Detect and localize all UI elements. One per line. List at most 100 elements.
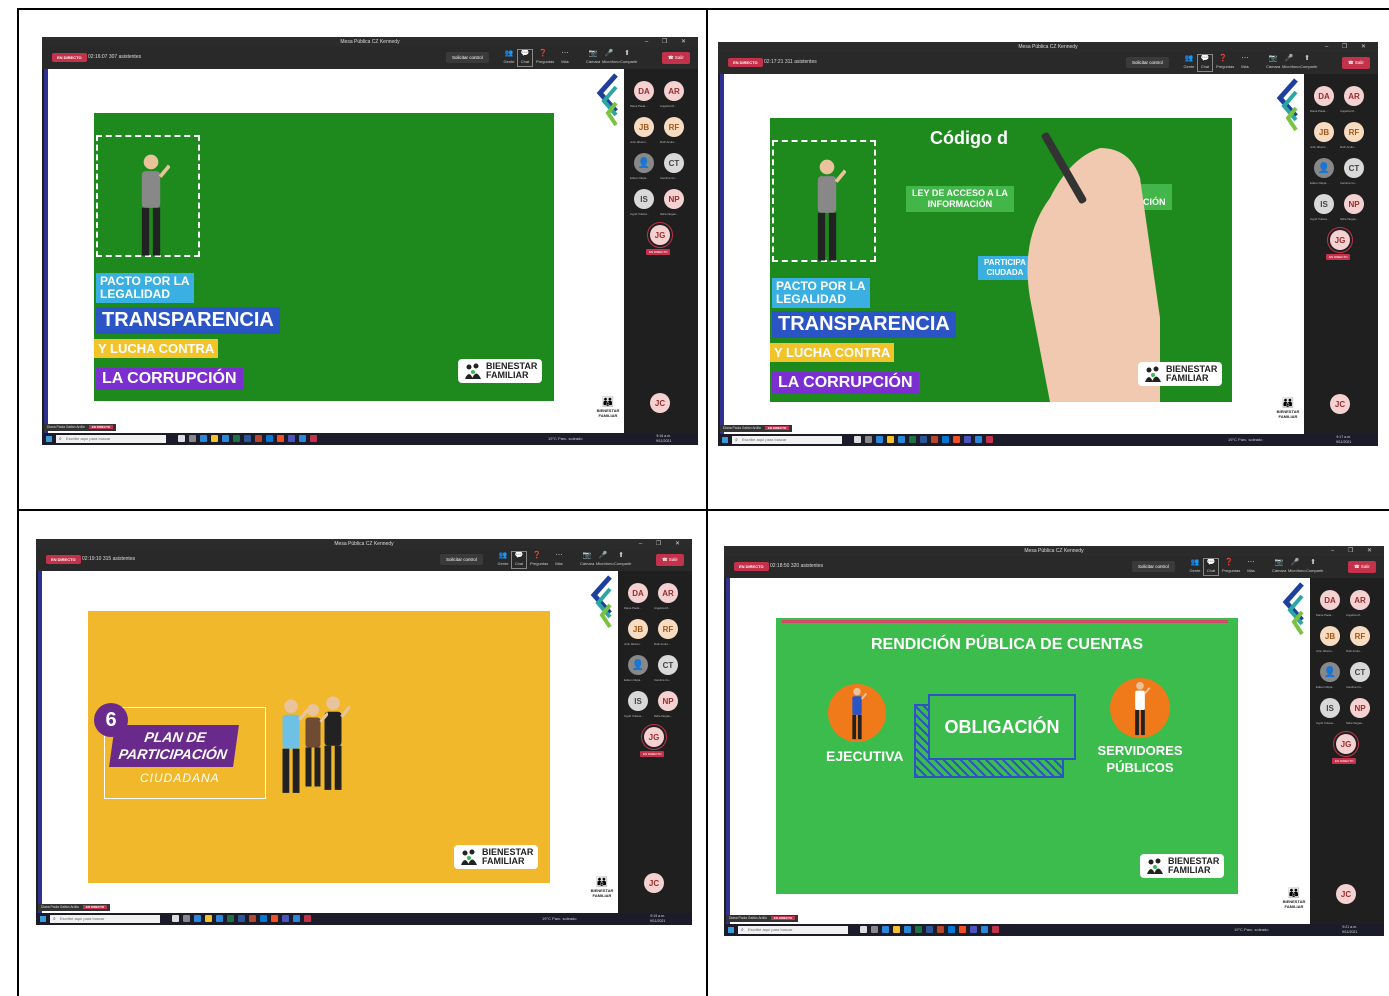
participant-avatar[interactable]: AR [658, 583, 678, 603]
toolbar-share-button[interactable]: ⬆ Compartir [1306, 559, 1324, 575]
toolbar-more-button[interactable]: ⋯ Más [1244, 559, 1258, 575]
taskbar-app-icon[interactable] [887, 436, 894, 443]
taskbar-app-icon[interactable] [937, 926, 944, 933]
taskbar-app-icon[interactable] [255, 435, 262, 442]
participant-avatar[interactable]: RF [658, 619, 678, 639]
taskbar-clock[interactable]: 9:19 a.m. 9/11/2021 [650, 914, 665, 923]
taskbar-app-icon[interactable] [942, 436, 949, 443]
taskbar-app-icon[interactable] [876, 436, 883, 443]
toolbar-more-button[interactable]: ⋯ Más [558, 50, 572, 66]
participant-avatar[interactable]: AR [1350, 590, 1370, 610]
taskbar-app-icon[interactable] [183, 915, 190, 922]
participant-avatar[interactable]: CT [658, 655, 678, 675]
taskbar-app-icon[interactable] [882, 926, 889, 933]
participant-avatar[interactable]: NP [664, 189, 684, 209]
taskbar-app-icon[interactable] [227, 915, 234, 922]
participant-avatar[interactable]: 👤 [1314, 158, 1334, 178]
toolbar-chat-button[interactable]: 💬 Chat [1203, 558, 1219, 576]
taskbar-app-icon[interactable] [948, 926, 955, 933]
taskbar-app-icon[interactable] [981, 926, 988, 933]
toolbar-chat-button[interactable]: 💬 Chat [1197, 54, 1213, 72]
participant-avatar[interactable]: JB [634, 117, 654, 137]
taskbar-app-icon[interactable] [260, 915, 267, 922]
request-control-button[interactable]: Solicitar control [1132, 561, 1175, 572]
toolbar-camera-button[interactable]: 📷 Cámara [1272, 559, 1286, 575]
participant-avatar[interactable]: DA [634, 81, 654, 101]
window-controls[interactable]: – ❐ ✕ [639, 540, 686, 547]
toolbar-mic-button[interactable]: 🎤 Micrófono [596, 552, 614, 568]
window-controls[interactable]: – ❐ ✕ [1331, 547, 1378, 554]
participant-avatar[interactable]: CT [1350, 662, 1370, 682]
request-control-button[interactable]: Solicitar control [440, 554, 483, 565]
self-avatar[interactable]: JC [1336, 884, 1356, 904]
windows-start-icon[interactable] [40, 916, 46, 922]
taskbar-app-icon[interactable] [904, 926, 911, 933]
participant-avatar[interactable]: 👤 [1320, 662, 1340, 682]
taskbar-app-icon[interactable] [233, 435, 240, 442]
taskbar-app-icon[interactable] [953, 436, 960, 443]
participant-avatar[interactable]: 👤 [628, 655, 648, 675]
taskbar-app-icon[interactable] [266, 435, 273, 442]
self-avatar[interactable]: JC [650, 393, 670, 413]
taskbar-app-icon[interactable] [975, 436, 982, 443]
taskbar-app-icon[interactable] [211, 435, 218, 442]
participant-avatar[interactable]: JG [647, 222, 673, 248]
taskbar-clock[interactable]: 9:16 a.m. 9/11/2021 [656, 434, 671, 443]
participant-avatar[interactable]: CT [664, 153, 684, 173]
taskbar-app-icon[interactable] [310, 435, 317, 442]
self-avatar[interactable]: JC [1330, 394, 1350, 414]
taskbar-app-icon[interactable] [854, 436, 861, 443]
taskbar-app-icon[interactable] [898, 436, 905, 443]
toolbar-camera-button[interactable]: 📷 Cámara [586, 50, 600, 66]
request-control-button[interactable]: Solicitar control [1126, 57, 1169, 68]
taskbar-app-icon[interactable] [238, 915, 245, 922]
taskbar-app-icon[interactable] [189, 435, 196, 442]
taskbar-app-icon[interactable] [893, 926, 900, 933]
taskbar-app-icon[interactable] [288, 435, 295, 442]
participant-avatar[interactable]: RF [664, 117, 684, 137]
taskbar-app-icon[interactable] [926, 926, 933, 933]
taskbar-app-icon[interactable] [299, 435, 306, 442]
taskbar-search[interactable]: ⌕ Escribe aquí para buscar [738, 926, 848, 934]
taskbar-app-icon[interactable] [986, 436, 993, 443]
participant-avatar[interactable]: DA [1320, 590, 1340, 610]
participant-avatar[interactable]: 👤 [634, 153, 654, 173]
taskbar-app-icon[interactable] [172, 915, 179, 922]
window-controls[interactable]: – ❐ ✕ [1325, 43, 1372, 50]
taskbar-app-icon[interactable] [970, 926, 977, 933]
participant-avatar[interactable]: AR [664, 81, 684, 101]
taskbar-app-icon[interactable] [178, 435, 185, 442]
toolbar-share-button[interactable]: ⬆ Compartir [620, 50, 638, 66]
participant-avatar[interactable]: IS [1314, 194, 1334, 214]
participant-avatar[interactable]: NP [1350, 698, 1370, 718]
weather-widget[interactable]: 19°C Parc. soleado [1228, 437, 1263, 442]
toolbar-people-button[interactable]: 👥 Gente [1182, 55, 1196, 71]
taskbar-app-icon[interactable] [277, 435, 284, 442]
taskbar-search[interactable]: ⌕ Escribe aquí para buscar [732, 436, 842, 444]
windows-start-icon[interactable] [722, 437, 728, 443]
window-controls[interactable]: – ❐ ✕ [645, 38, 692, 45]
toolbar-people-button[interactable]: 👥 Gente [502, 50, 516, 66]
windows-start-icon[interactable] [46, 436, 52, 442]
participant-avatar[interactable]: JB [628, 619, 648, 639]
taskbar-app-icon[interactable] [200, 435, 207, 442]
taskbar-app-icon[interactable] [244, 435, 251, 442]
taskbar-app-icon[interactable] [271, 915, 278, 922]
taskbar-app-icon[interactable] [931, 436, 938, 443]
weather-widget[interactable]: 19°C Parc. soleado [548, 436, 583, 441]
toolbar-chat-button[interactable]: 💬 Chat [511, 551, 527, 569]
leave-button[interactable]: ☎ Salir [1348, 561, 1376, 573]
taskbar-search[interactable]: ⌕ Escribe aquí para buscar [56, 435, 166, 443]
leave-button[interactable]: ☎ Salir [662, 52, 690, 64]
taskbar-app-icon[interactable] [865, 436, 872, 443]
taskbar-search[interactable]: ⌕ Escribe aquí para buscar [50, 915, 160, 923]
toolbar-mic-button[interactable]: 🎤 Micrófono [602, 50, 620, 66]
taskbar-app-icon[interactable] [964, 436, 971, 443]
taskbar-app-icon[interactable] [959, 926, 966, 933]
weather-widget[interactable]: 19°C Parc. soleado [542, 916, 577, 921]
participant-avatar[interactable]: IS [628, 691, 648, 711]
taskbar-app-icon[interactable] [205, 915, 212, 922]
taskbar-app-icon[interactable] [216, 915, 223, 922]
toolbar-camera-button[interactable]: 📷 Cámara [1266, 55, 1280, 71]
taskbar-app-icon[interactable] [282, 915, 289, 922]
